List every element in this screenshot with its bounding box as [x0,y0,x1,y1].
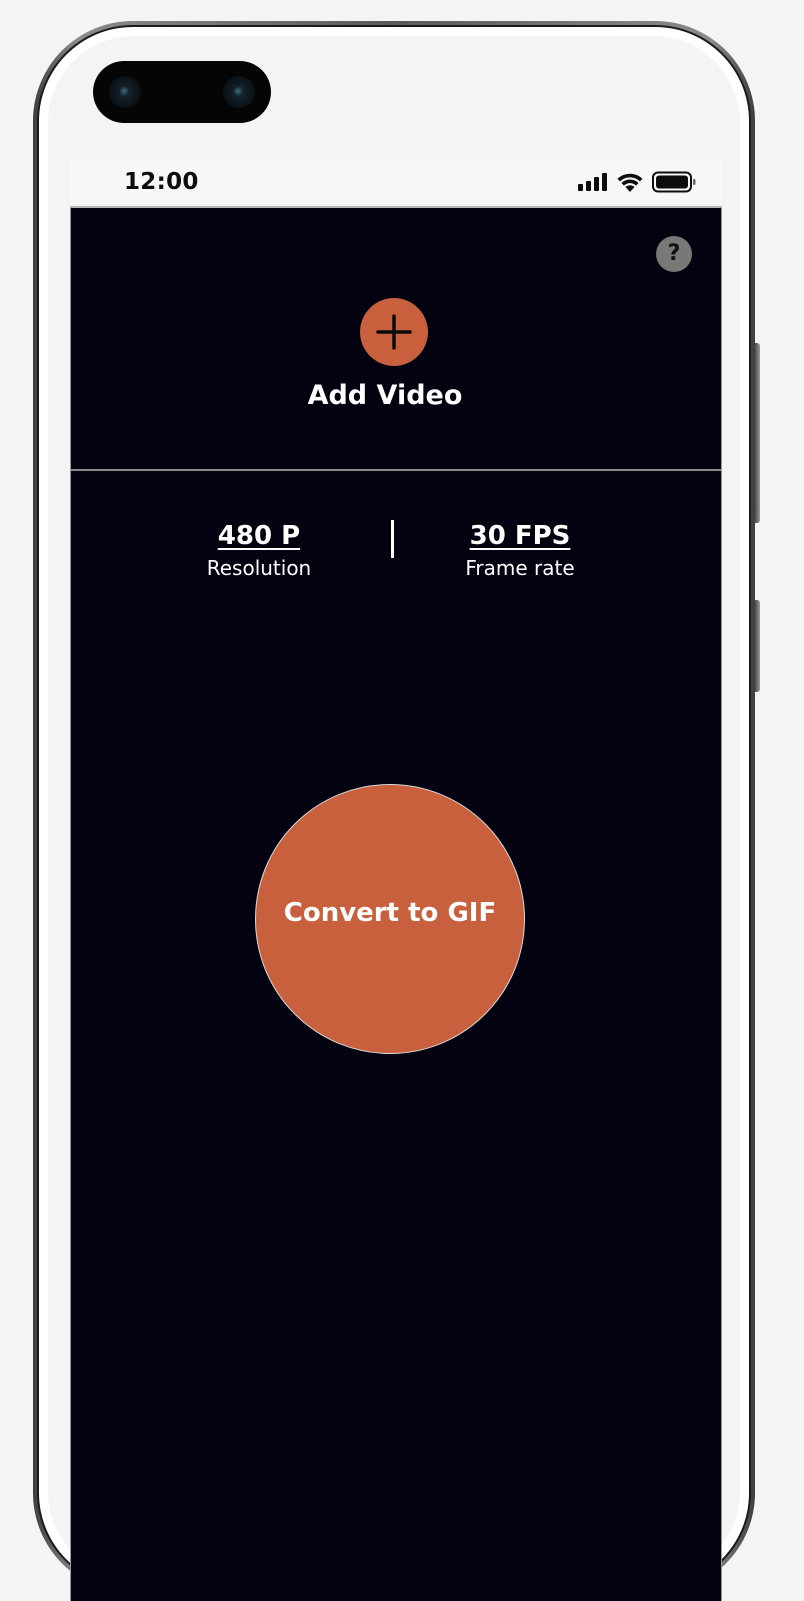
convert-to-gif-button[interactable]: Convert to GIF [255,784,525,1054]
resolution-setting[interactable]: 480 P Resolution [159,518,359,582]
status-bar: 12:00 [70,160,722,204]
add-video-button[interactable] [360,298,428,366]
help-button[interactable]: ? [656,236,692,272]
page-canvas: 12:00 ? Add Video 480 P Resolution 30 FP… [0,0,804,1601]
resolution-label: Resolution [206,556,312,580]
cellular-signal-icon [578,173,607,191]
question-mark-icon: ? [667,241,681,266]
camera-cutout [93,61,271,123]
resolution-value[interactable]: 480 P [159,518,359,554]
app-screen: ? Add Video 480 P Resolution 30 FPS Fram… [70,206,722,1601]
frame-rate-value[interactable]: 30 FPS [420,518,620,554]
section-divider [71,469,721,471]
plus-icon [376,314,412,350]
status-time: 12:00 [124,169,199,195]
add-video-label[interactable]: Add Video [71,380,699,411]
phone-side-button-upper [755,343,760,523]
wifi-icon [617,173,643,192]
camera-lens-left-icon [109,76,141,108]
battery-icon [652,171,696,193]
frame-rate-setting[interactable]: 30 FPS Frame rate [420,518,620,582]
convert-to-gif-label: Convert to GIF [283,898,497,928]
settings-divider [391,520,394,558]
phone-side-button-lower [755,600,760,692]
camera-lens-right-icon [223,76,255,108]
status-icons [578,170,696,194]
frame-rate-label: Frame rate [465,556,575,580]
